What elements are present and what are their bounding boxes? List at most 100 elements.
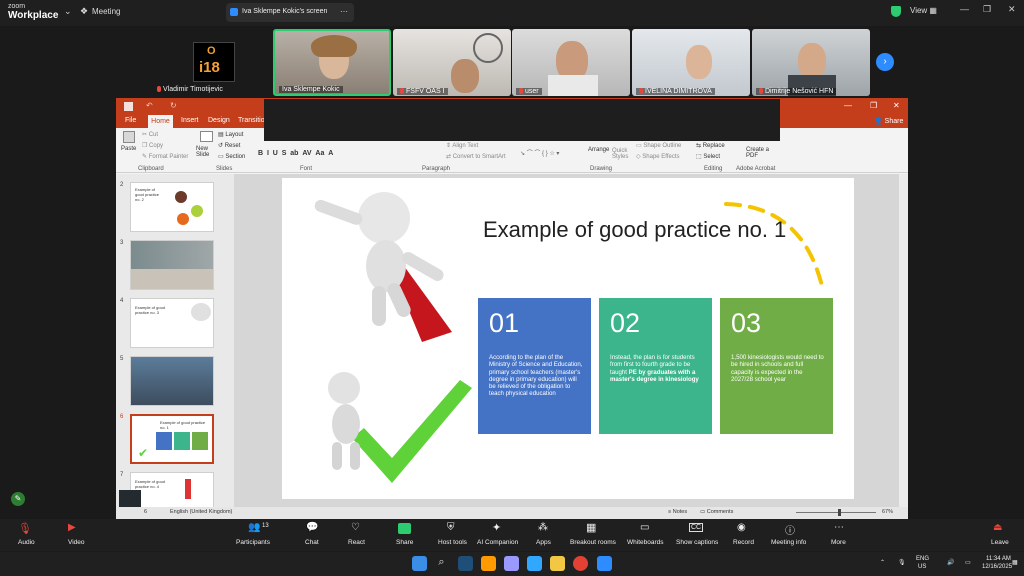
close-icon[interactable]: ✕ — [893, 101, 900, 110]
minimize-icon[interactable]: — — [844, 101, 852, 110]
slide-thumbnail[interactable]: Example of good practice no. 2 — [130, 182, 214, 232]
restore-icon[interactable]: ❐ — [983, 4, 991, 15]
paste-button[interactable]: Paste — [121, 146, 136, 152]
zoom-slider-thumb[interactable] — [838, 509, 841, 516]
video-tile[interactable]: FSFV OAS I — [393, 29, 511, 96]
more-icon[interactable]: ⋯ — [834, 522, 844, 533]
redo-icon[interactable]: ↻ — [170, 101, 177, 110]
cut-button[interactable]: ✂ Cut — [142, 131, 158, 138]
create-pdf-button[interactable]: Create a PDF — [746, 147, 772, 159]
language-indicator[interactable]: ENG — [916, 556, 929, 562]
shared-screen-tab[interactable]: Iva Sklempe Kokic's screen ⋯ — [226, 3, 354, 22]
more-icon[interactable]: ⋯ — [340, 7, 348, 16]
zoom-slider[interactable] — [796, 512, 876, 513]
meeting-label[interactable]: Meeting — [92, 7, 120, 16]
view-button[interactable]: View ▦ — [910, 6, 937, 15]
chat-icon[interactable]: 💬 — [306, 522, 318, 533]
layout-button[interactable]: ▤ Layout — [218, 131, 243, 138]
new-slide-icon[interactable] — [200, 131, 213, 142]
slide-thumbnail[interactable] — [130, 240, 214, 290]
heart-icon[interactable]: ♡ — [351, 522, 360, 533]
chevron-up-icon[interactable]: ⌃ — [880, 559, 885, 566]
card-01[interactable]: 01 According to the plan of the Ministry… — [478, 298, 591, 434]
vertical-scrollbar[interactable] — [899, 174, 908, 507]
participants-icon[interactable]: 👥 — [248, 522, 260, 533]
clock-date[interactable]: 12/16/2025 — [982, 564, 1012, 570]
font-format-buttons[interactable]: B I U S ab AV Aa A — [258, 150, 333, 157]
close-icon[interactable]: ✕ — [1008, 4, 1016, 15]
video-tile[interactable]: Iva Sklempe Kokic — [273, 29, 391, 96]
slide-thumbnail-selected[interactable]: Example of good practice no. 1 ✔ — [130, 414, 214, 464]
search-icon[interactable]: ⌕ — [434, 556, 449, 571]
card-02[interactable]: 02 Instead, the plan is for students fro… — [599, 298, 712, 434]
reset-button[interactable]: ↺ Reset — [218, 142, 240, 149]
tab-transitions[interactable]: Transitio — [238, 117, 265, 124]
breakout-rooms-button[interactable]: Breakout rooms — [570, 539, 616, 546]
shape-effects-button[interactable]: ◇ Shape Effects — [636, 153, 680, 160]
slide-thumbnail[interactable]: Example of good practice no. 3 — [130, 298, 214, 348]
photoshop-icon[interactable] — [527, 556, 542, 571]
shape-outline-button[interactable]: ▭ Shape Outline — [636, 142, 681, 149]
zoom-level[interactable]: 67% — [882, 509, 893, 515]
paste-icon[interactable] — [123, 131, 135, 143]
comments-button[interactable]: ▭ Comments — [700, 509, 733, 515]
annotate-icon[interactable]: ✎ — [11, 492, 25, 506]
card-03[interactable]: 03 1,500 kinesiologists would need to be… — [720, 298, 833, 434]
chat-button[interactable]: Chat — [305, 539, 319, 546]
new-slide-button[interactable]: New Slide — [196, 146, 218, 158]
video-off-icon[interactable]: ▶ — [68, 522, 76, 533]
audio-button[interactable]: Audio — [18, 539, 35, 546]
slide-title[interactable]: Example of good practice no. 1 — [483, 217, 786, 243]
whiteboards-button[interactable]: Whiteboards — [627, 539, 664, 546]
volume-icon[interactable]: 🔊 — [947, 559, 954, 566]
next-page-button[interactable]: › — [876, 53, 894, 71]
apps-button[interactable]: Apps — [536, 539, 551, 546]
show-captions-button[interactable]: Show captions — [676, 539, 718, 546]
lightroom-icon[interactable] — [458, 556, 473, 571]
info-icon[interactable]: ⓘ — [785, 522, 795, 537]
undo-icon[interactable]: ↶ — [146, 101, 153, 110]
tab-home[interactable]: Home — [148, 115, 173, 128]
share-button[interactable]: Share — [396, 539, 413, 546]
sparkle-icon[interactable]: ✦ — [492, 521, 501, 534]
battery-icon[interactable]: ▭ — [965, 559, 971, 566]
language-status[interactable]: English (United Kingdom) — [170, 509, 232, 515]
zoom-icon[interactable] — [597, 556, 612, 571]
leave-icon[interactable]: ⏏ — [993, 522, 1002, 533]
illustrator-icon[interactable] — [481, 556, 496, 571]
minimize-icon[interactable]: — — [960, 4, 969, 14]
whiteboard-icon[interactable]: ▭ — [640, 522, 649, 533]
apps-icon[interactable]: ⁂ — [538, 522, 548, 533]
chrome-icon[interactable] — [573, 556, 588, 571]
arrange-button[interactable]: Arrange — [588, 147, 609, 153]
video-tile[interactable]: Dimitrije Nešović HFN — [752, 29, 870, 96]
notes-button[interactable]: ≡ Notes — [668, 509, 687, 515]
mic-muted-icon[interactable]: 🎙 — [18, 522, 32, 535]
record-icon[interactable]: ◉ — [737, 522, 746, 533]
premiere-icon[interactable] — [504, 556, 519, 571]
chevron-down-icon[interactable]: ⌄ — [64, 6, 72, 17]
save-icon[interactable] — [124, 102, 133, 111]
host-tools-button[interactable]: Host tools — [438, 539, 467, 546]
video-tile[interactable]: user — [512, 29, 630, 96]
select-button[interactable]: ⬚ Select — [696, 153, 720, 160]
copy-button[interactable]: ❐ Copy — [142, 142, 163, 149]
captions-icon[interactable]: CC — [689, 523, 704, 532]
shapes-gallery[interactable]: ↘ ⌒ ⌒ { } ☆ ▾ — [520, 148, 559, 157]
align-text-button[interactable]: ⇕ Align Text — [446, 142, 478, 149]
record-button[interactable]: Record — [733, 539, 754, 546]
video-button[interactable]: Video — [68, 539, 85, 546]
shield-icon[interactable]: ⛨ — [447, 522, 455, 533]
tab-insert[interactable]: Insert — [181, 117, 199, 124]
convert-smartart-button[interactable]: ⇄ Convert to SmartArt — [446, 153, 506, 160]
participants-button[interactable]: Participants — [236, 539, 270, 546]
share-button[interactable]: 👤 Share — [874, 117, 903, 125]
notifications-icon[interactable]: ▦ — [1012, 559, 1018, 566]
microphone-icon[interactable]: 🎙 — [898, 559, 906, 566]
react-button[interactable]: React — [348, 539, 365, 546]
section-button[interactable]: ▭ Section — [218, 153, 245, 160]
leave-button[interactable]: Leave — [991, 539, 1009, 546]
share-screen-icon[interactable] — [398, 523, 411, 534]
breakout-rooms-icon[interactable]: ▦ — [586, 521, 596, 534]
tab-design[interactable]: Design — [208, 117, 230, 124]
